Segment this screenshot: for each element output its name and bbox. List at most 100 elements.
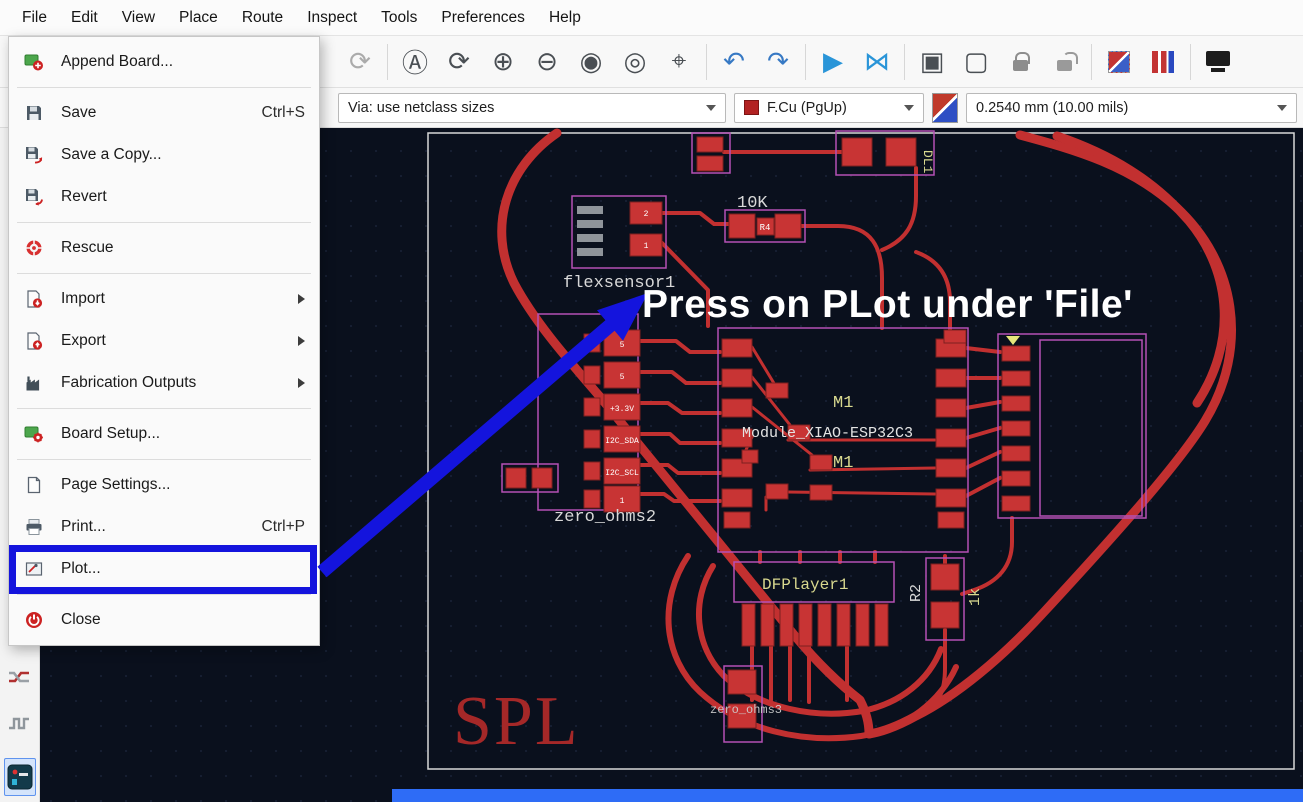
plot-icon bbox=[21, 558, 47, 580]
revert-icon bbox=[21, 186, 47, 208]
toolbar-separator bbox=[706, 43, 707, 80]
menubar-route[interactable]: Route bbox=[230, 2, 295, 34]
menu-item-export[interactable]: Export bbox=[9, 320, 319, 362]
toolbar-separator bbox=[805, 43, 806, 80]
find-next-icon[interactable]: ▶ bbox=[811, 41, 855, 83]
menubar-inspect[interactable]: Inspect bbox=[295, 2, 369, 34]
menubar-edit[interactable]: Edit bbox=[59, 2, 110, 34]
label-m1-bottom: M1 bbox=[833, 454, 853, 473]
menu-item-print[interactable]: Print... Ctrl+P bbox=[9, 506, 319, 548]
tutorial-annotation-text: Press on PLot under 'File' bbox=[642, 283, 1133, 326]
scripting-console-icon[interactable] bbox=[4, 758, 36, 796]
unlock-icon[interactable] bbox=[1042, 41, 1086, 83]
menu-separator bbox=[17, 594, 311, 595]
menu-separator bbox=[17, 222, 311, 223]
chevron-down-icon bbox=[706, 104, 716, 111]
lock-icon[interactable] bbox=[998, 41, 1042, 83]
toolbar-separator bbox=[1091, 43, 1092, 80]
track-width-value: 0.2540 mm (10.00 mils) bbox=[976, 99, 1129, 116]
group-icon[interactable]: ▣ bbox=[910, 41, 954, 83]
menubar-view[interactable]: View bbox=[110, 2, 167, 34]
append-board-icon bbox=[21, 51, 47, 73]
label-zero-ohms3: zero_ohms3 bbox=[710, 703, 782, 717]
menu-item-append-board[interactable]: Append Board... bbox=[9, 41, 319, 83]
menu-separator bbox=[17, 459, 311, 460]
import-icon bbox=[21, 288, 47, 310]
label-r4-value: 10K bbox=[737, 194, 768, 213]
save-copy-icon bbox=[21, 144, 47, 166]
submenu-arrow-icon bbox=[298, 378, 305, 388]
display-icon[interactable] bbox=[1196, 41, 1240, 83]
menubar-tools[interactable]: Tools bbox=[369, 2, 429, 34]
layer-pair-indicator[interactable] bbox=[932, 92, 958, 123]
zoom-fit-objects-icon[interactable]: ◎ bbox=[613, 41, 657, 83]
track-width-select[interactable]: 0.2540 mm (10.00 mils) bbox=[966, 92, 1297, 123]
swap-layers-glyph bbox=[1108, 50, 1130, 73]
length-tuning-icon[interactable] bbox=[4, 703, 36, 741]
menu-item-rescue[interactable]: Rescue bbox=[9, 227, 319, 269]
save-icon bbox=[21, 102, 47, 124]
undo-icon[interactable]: ↶ bbox=[712, 41, 756, 83]
toolbar-separator bbox=[1190, 43, 1191, 80]
zoom-to-objects-icon[interactable]: Ⓐ bbox=[393, 41, 437, 83]
pad-text-z2-3: I2C_SDA bbox=[605, 437, 639, 446]
menubar-place[interactable]: Place bbox=[167, 2, 230, 34]
menu-item-plot[interactable]: Plot... bbox=[9, 548, 319, 590]
menu-separator bbox=[17, 273, 311, 274]
menu-item-close[interactable]: Close bbox=[9, 599, 319, 641]
close-icon bbox=[21, 609, 47, 631]
menubar-help[interactable]: Help bbox=[537, 2, 593, 34]
via-size-value: Via: use netclass sizes bbox=[348, 99, 495, 116]
menu-item-save-a-copy[interactable]: Save a Copy... bbox=[9, 134, 319, 176]
chevron-down-icon bbox=[904, 104, 914, 111]
zoom-fit-icon[interactable]: ◉ bbox=[569, 41, 613, 83]
toolbar-separator bbox=[387, 43, 388, 80]
label-zero-ohms2: zero_ohms2 bbox=[554, 508, 656, 527]
menubar: File Edit View Place Route Inspect Tools… bbox=[0, 0, 1303, 36]
display-glyph bbox=[1206, 51, 1230, 72]
menu-item-revert[interactable]: Revert bbox=[9, 176, 319, 218]
menubar-file[interactable]: File bbox=[10, 2, 59, 34]
swap-layers-icon[interactable] bbox=[1097, 41, 1141, 83]
refresh-view-icon[interactable]: ⟳ bbox=[437, 41, 481, 83]
net-inspector-glyph bbox=[1152, 50, 1174, 73]
label-r4-ref: R4 bbox=[760, 223, 771, 233]
zoom-to-selection-icon[interactable]: ⌖ bbox=[657, 41, 701, 83]
menu-item-save[interactable]: Save Ctrl+S bbox=[9, 92, 319, 134]
length-tuning-glyph bbox=[9, 717, 29, 730]
menu-item-import[interactable]: Import bbox=[9, 278, 319, 320]
layer-select[interactable]: F.Cu (PgUp) bbox=[734, 92, 924, 123]
interactive-router-icon[interactable] bbox=[4, 655, 36, 693]
rescue-icon bbox=[21, 237, 47, 259]
label-dl1: DL1 bbox=[920, 150, 935, 174]
pad-text-z2-2: +3.3V bbox=[610, 405, 634, 414]
page-settings-icon bbox=[21, 474, 47, 496]
redo-icon[interactable]: ↷ bbox=[756, 41, 800, 83]
via-size-select[interactable]: Via: use netclass sizes bbox=[338, 92, 726, 123]
menu-item-fabrication-outputs[interactable]: Fabrication Outputs bbox=[9, 362, 319, 404]
menubar-preferences[interactable]: Preferences bbox=[429, 2, 537, 34]
pad-text-flex-2: 2 bbox=[644, 210, 649, 219]
menu-item-page-settings[interactable]: Page Settings... bbox=[9, 464, 319, 506]
pad-text-z2-1: 5 bbox=[620, 373, 625, 382]
label-r2: R2 bbox=[908, 584, 925, 602]
flip-board-icon[interactable]: ⋈ bbox=[855, 41, 899, 83]
submenu-arrow-icon bbox=[298, 294, 305, 304]
toolbar-separator bbox=[904, 43, 905, 80]
chevron-down-icon bbox=[1277, 104, 1287, 111]
lock-glyph bbox=[1012, 52, 1030, 71]
menu-item-board-setup[interactable]: Board Setup... bbox=[9, 413, 319, 455]
label-m1-top: M1 bbox=[833, 394, 853, 413]
menu-separator bbox=[17, 87, 311, 88]
menu-separator bbox=[17, 408, 311, 409]
ungroup-icon[interactable]: ▢ bbox=[954, 41, 998, 83]
submenu-arrow-icon bbox=[298, 336, 305, 346]
pad-text-z2-5: 1 bbox=[620, 497, 625, 506]
net-inspector-icon[interactable] bbox=[1141, 41, 1185, 83]
zoom-out-icon[interactable]: ⊖ bbox=[525, 41, 569, 83]
label-1k: 1k bbox=[967, 588, 984, 606]
zoom-in-icon[interactable]: ⊕ bbox=[481, 41, 525, 83]
file-menu: Append Board... Save Ctrl+S Save a Copy.… bbox=[8, 36, 320, 646]
bottom-taskbar-strip bbox=[392, 789, 1303, 802]
refresh-disabled-icon[interactable]: ⟳ bbox=[338, 41, 382, 83]
